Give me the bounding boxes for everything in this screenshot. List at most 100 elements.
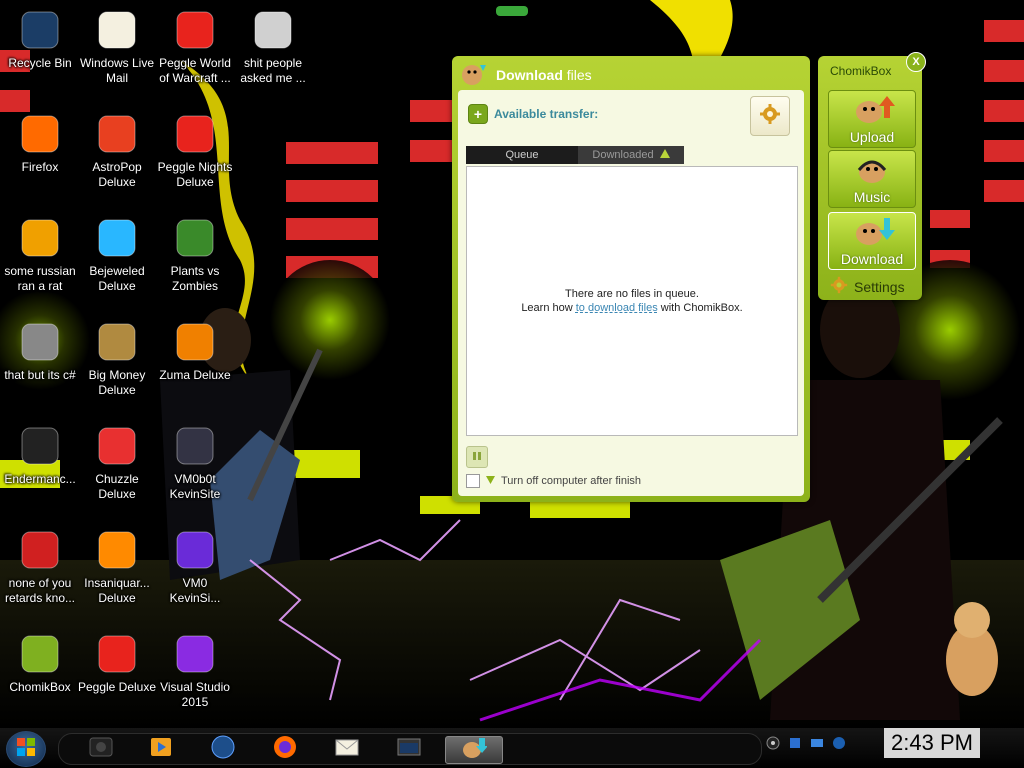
desktop-icon[interactable]: Endermanc... — [0, 422, 80, 487]
desktop-icon[interactable]: Insaniquar... Deluxe — [77, 526, 157, 606]
desktop-icon[interactable]: Peggle Nights Deluxe — [155, 110, 235, 190]
desktop-icon-label: Chuzzle Deluxe — [95, 472, 139, 501]
upload-hamster-icon — [847, 94, 897, 129]
tray-network-icon[interactable] — [788, 736, 802, 755]
firefox-doc-icon — [171, 526, 219, 574]
desktop-icon-label: Peggle Nights Deluxe — [157, 160, 233, 189]
taskbar-app-media[interactable] — [73, 736, 129, 762]
desktop-icon[interactable]: Peggle Deluxe — [77, 630, 157, 695]
taskbar-app-mail[interactable] — [319, 736, 375, 762]
pause-button[interactable] — [466, 446, 488, 468]
tray-shield-icon[interactable] — [832, 736, 846, 755]
download-button[interactable]: Download — [828, 212, 916, 270]
desktop-icon[interactable]: Big Money Deluxe — [77, 318, 157, 398]
transfer-tabs: Queue Downloaded — [466, 146, 684, 164]
desktop-icon[interactable]: Zuma Deluxe — [155, 318, 235, 383]
taskbar-app-globe[interactable] — [195, 735, 251, 762]
learn-how-line: Learn how to download files with ChomikB… — [467, 301, 797, 315]
shutdown-label: Turn off computer after finish — [501, 475, 642, 487]
system-tray — [766, 736, 846, 755]
rat-icon — [16, 526, 64, 574]
gear-icon — [759, 103, 781, 130]
desktop-icon-label: Peggle Deluxe — [77, 680, 157, 694]
desktop-icon-label: AstroPop Deluxe — [92, 160, 142, 189]
learn-prefix: Learn how — [521, 302, 576, 314]
download-files-window[interactable]: Download files + Available transfer: Que… — [452, 56, 810, 502]
music-label: Music — [853, 189, 891, 205]
panel-title: ChomikBox — [830, 64, 892, 78]
desktop-icon[interactable]: shit people asked me ... — [233, 6, 313, 86]
download-help-link[interactable]: to download files — [576, 302, 658, 314]
desktop-icon[interactable]: VM0 KevinSi... — [155, 526, 235, 606]
peggle-icon — [171, 110, 219, 158]
desktop-icon[interactable]: VM0b0t KevinSite — [155, 422, 235, 502]
available-transfer-label: Available transfer: — [494, 107, 599, 121]
fish-icon — [93, 526, 141, 574]
taskbar-app-firefox[interactable] — [257, 734, 313, 765]
desktop-icon[interactable]: some russian ran a rat — [0, 214, 80, 294]
desktop-icon[interactable]: Recycle Bin — [0, 6, 80, 71]
window-stack-icon — [16, 318, 64, 366]
desktop-icon[interactable]: Plants vs Zombies — [155, 214, 235, 294]
chuzzle-icon — [93, 422, 141, 470]
mail-icon — [334, 736, 360, 763]
add-transfer-button[interactable]: + — [468, 104, 488, 124]
taskbar-clock[interactable]: 2:43 PM — [884, 728, 980, 758]
desktop-icon[interactable]: Peggle World of Warcraft ... — [155, 6, 235, 86]
shutdown-option: Turn off computer after finish — [466, 474, 641, 488]
desktop-icon-label: ChomikBox — [9, 680, 71, 694]
start-button[interactable] — [6, 731, 46, 767]
firefox-icon — [16, 110, 64, 158]
upload-button[interactable]: Upload — [828, 90, 916, 148]
firefox-icon — [272, 734, 298, 765]
taskbar-app-window[interactable] — [381, 736, 437, 762]
tray-monitor-icon[interactable] — [810, 736, 824, 755]
music-button[interactable]: Music — [828, 150, 916, 208]
desktop-icon[interactable]: AstroPop Deluxe — [77, 110, 157, 190]
zuma-icon — [171, 318, 219, 366]
taskbar-app-chomikbox[interactable] — [445, 736, 503, 764]
desktop-icon[interactable]: that but its c# — [0, 318, 80, 383]
desktop-icon[interactable]: Windows Live Mail — [77, 6, 157, 86]
settings-link[interactable]: Settings — [830, 276, 905, 297]
settings-label: Settings — [854, 278, 905, 295]
folder-icon — [249, 6, 297, 54]
tray-record-icon[interactable] — [766, 736, 780, 755]
close-button[interactable]: X — [906, 52, 926, 72]
desktop-icon[interactable]: Chuzzle Deluxe — [77, 422, 157, 502]
desktop-icon[interactable]: Visual Studio 2015 — [155, 630, 235, 710]
hamster-download-icon — [460, 61, 488, 90]
desktop-icon[interactable]: ChomikBox — [0, 630, 80, 695]
desktop-icon-label: Recycle Bin — [8, 56, 72, 70]
document-icon — [171, 422, 219, 470]
windows-logo-icon — [16, 737, 36, 762]
taskbar: 2:43 PM — [0, 728, 1024, 768]
taskbar-app-video[interactable] — [133, 736, 189, 762]
hamster-icon — [16, 630, 64, 678]
desktop-icon[interactable]: none of you retards kno... — [0, 526, 80, 606]
warning-icon — [659, 146, 670, 164]
desktop-icon-label: Visual Studio 2015 — [160, 680, 230, 709]
desktop-icon-label: Windows Live Mail — [79, 56, 155, 85]
queue-list[interactable]: There are no files in queue. Learn how t… — [466, 166, 798, 436]
desktop-icon[interactable]: Bejeweled Deluxe — [77, 214, 157, 294]
desktop-icon-label: VM0 KevinSi... — [169, 576, 221, 605]
shutdown-checkbox[interactable] — [466, 474, 480, 488]
desktop-icon[interactable]: Firefox — [0, 110, 80, 175]
download-hamster-icon — [847, 216, 897, 251]
tab-downloaded-label: Downloaded — [592, 149, 654, 161]
settings-gear-button[interactable] — [750, 96, 790, 136]
window-body: + Available transfer: Queue Downloaded T… — [458, 90, 804, 496]
learn-suffix: with ChomikBox. — [657, 302, 743, 314]
desktop-icon-label: Plants vs Zombies — [170, 264, 220, 293]
download-label: Download — [840, 251, 904, 267]
desktop-icon-label: Bejeweled Deluxe — [89, 264, 145, 293]
tab-queue[interactable]: Queue — [466, 146, 578, 164]
tab-downloaded[interactable]: Downloaded — [578, 146, 684, 164]
gear-icon — [830, 276, 848, 297]
task-strip — [58, 733, 762, 765]
empty-queue-text: There are no files in queue. — [565, 288, 699, 300]
window-title: Download files — [460, 62, 592, 88]
chomikbox-panel: ChomikBox X Upload Music Download Settin… — [818, 52, 926, 300]
money-bag-icon — [93, 318, 141, 366]
